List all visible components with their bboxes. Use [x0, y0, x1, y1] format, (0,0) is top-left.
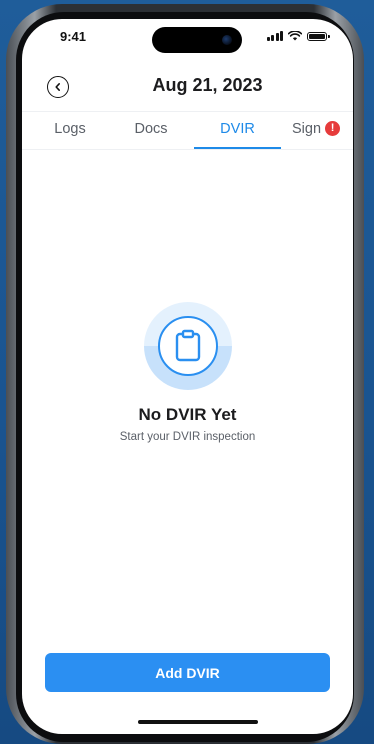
tab-label: Docs: [134, 121, 168, 137]
page-title: Aug 21, 2023: [152, 75, 263, 95]
status-icons: [266, 31, 330, 41]
tab-sign[interactable]: Sign!: [292, 112, 353, 148]
signal-icon: [266, 31, 283, 41]
tab-dvir[interactable]: DVIR: [194, 112, 281, 149]
empty-state-title: No DVIR Yet: [138, 405, 237, 424]
clipboard-icon: [175, 329, 200, 362]
camera-icon: [222, 35, 232, 45]
empty-state: No DVIR Yet Start your DVIR inspection: [22, 302, 353, 443]
app-screen: 9:41 Aug 21, 2023 Logs Docs DVIR Sign ! …: [22, 19, 353, 734]
tab-label: Logs: [54, 121, 86, 137]
add-dvir-button[interactable]: Add DVIR: [45, 653, 330, 692]
battery-icon: [307, 31, 330, 41]
alert-icon: !: [325, 120, 341, 136]
wifi-icon: [288, 31, 302, 41]
status-time: 9:41: [60, 29, 87, 44]
tab-logs[interactable]: Logs: [40, 112, 100, 148]
active-tab-indicator: [194, 147, 281, 149]
empty-state-subtitle: Start your DVIR inspection: [119, 431, 256, 443]
home-indicator[interactable]: [138, 720, 258, 724]
header: Aug 21, 2023: [22, 71, 353, 105]
dynamic-island: [152, 27, 242, 53]
empty-state-ring: [157, 316, 218, 376]
tab-label: DVIR: [220, 121, 255, 137]
tab-label: Sign: [292, 121, 322, 137]
tab-bar: Logs Docs DVIR Sign!: [22, 111, 353, 150]
status-bar: 9:41: [22, 19, 353, 63]
empty-state-illustration: [143, 302, 232, 390]
tab-docs[interactable]: Docs: [118, 112, 184, 148]
